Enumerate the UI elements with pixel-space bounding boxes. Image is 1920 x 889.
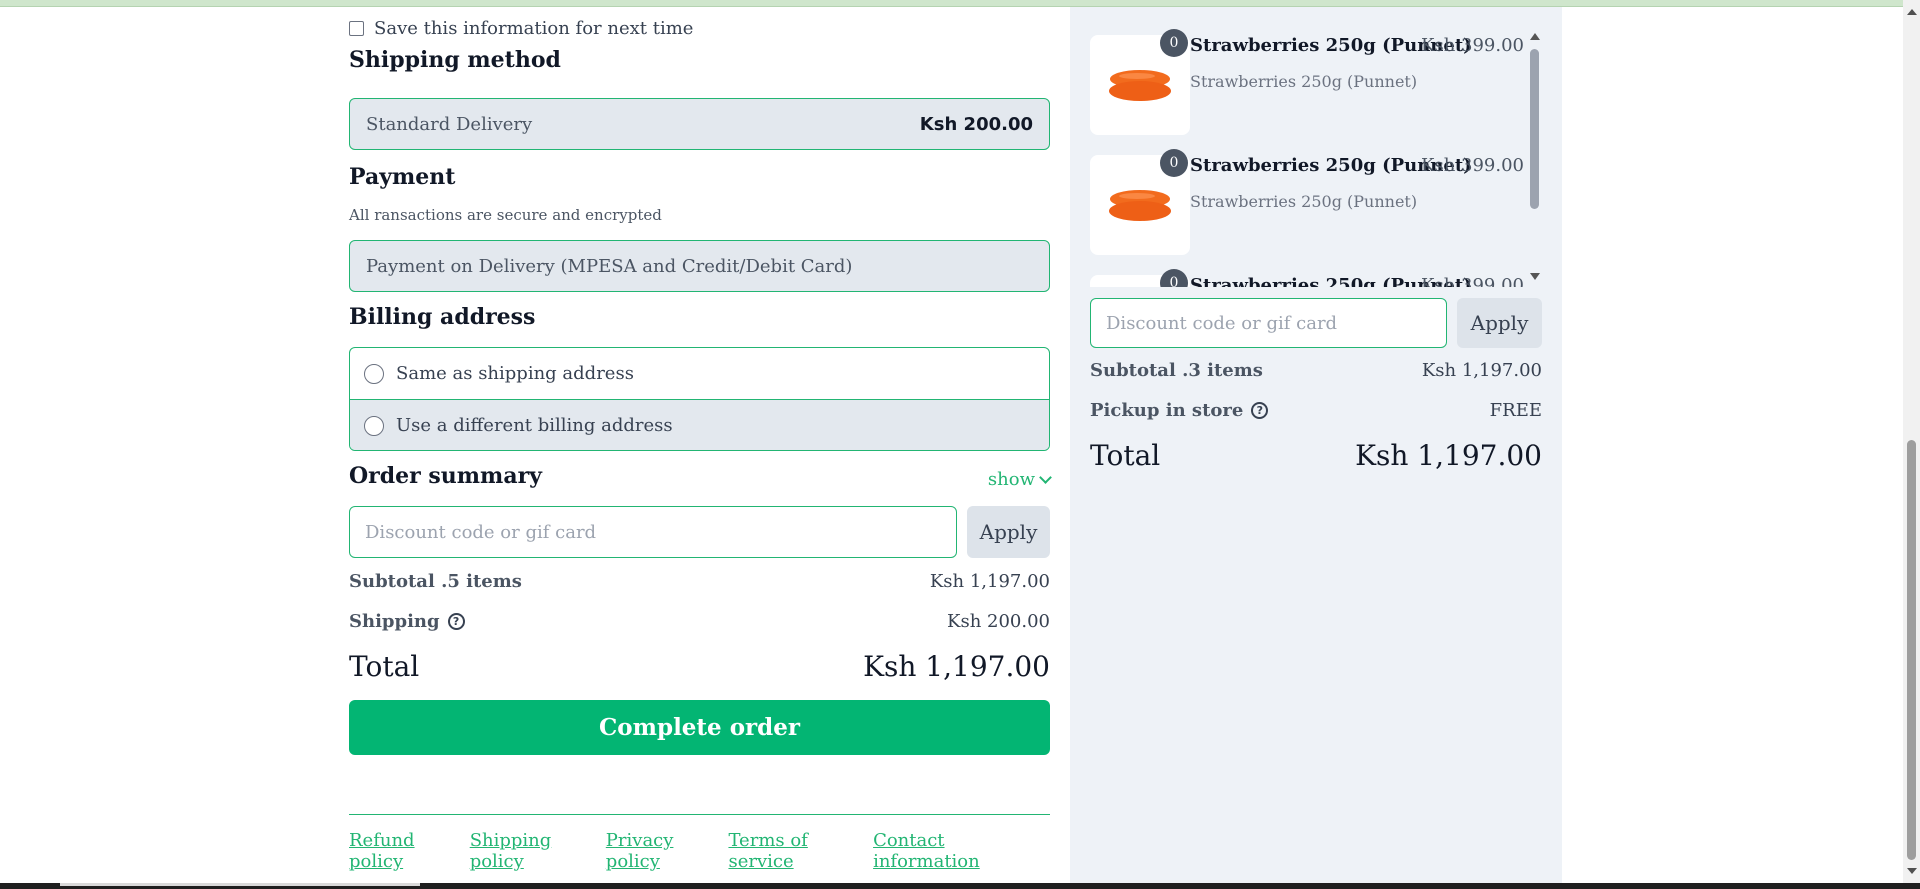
scroll-down-arrow-icon[interactable] — [1530, 273, 1540, 280]
scroll-up-arrow-icon[interactable] — [1530, 33, 1540, 40]
billing-different-option[interactable]: Use a different billing address — [350, 399, 1049, 450]
shipping-method-option[interactable]: Standard Delivery Ksh 200.00 — [349, 98, 1050, 150]
cart-discount-code-input[interactable]: Discount code or gif card — [1090, 298, 1447, 348]
shipping-method-price: Ksh 200.00 — [919, 113, 1033, 135]
payment-method-option[interactable]: Payment on Delivery (MPESA and Credit/De… — [349, 240, 1050, 292]
save-info-row[interactable]: Save this information for next time — [349, 17, 694, 39]
cart-item-variant: Strawberries 250g (Punnet) — [1190, 192, 1418, 211]
billing-same-option[interactable]: Same as shipping address — [350, 348, 1049, 399]
cart-subtotal-label: Subtotal .3 items — [1090, 360, 1263, 381]
apply-discount-button[interactable]: Apply — [967, 506, 1050, 558]
complete-order-button[interactable]: Complete order — [349, 700, 1050, 755]
order-summary-toggle-label: show — [987, 469, 1035, 490]
cart-subtotal-value: Ksh 1,197.00 — [1421, 360, 1542, 381]
pickup-row: Pickup in store ? FREE — [1090, 400, 1542, 421]
discount-code-placeholder: Discount code or gif card — [365, 521, 597, 543]
pickup-label: Pickup in store — [1090, 400, 1244, 421]
bottom-taskbar — [0, 883, 1920, 889]
cart-item-variant: Strawberries 250g (Punnet) — [1190, 72, 1418, 91]
footer-divider — [349, 814, 1050, 815]
billing-different-radio[interactable] — [364, 415, 384, 436]
cart-items-list: 0 Strawberries 250g (Punnet) Ksh 399.00 … — [1090, 29, 1544, 287]
subtotal-value: Ksh 1,197.00 — [929, 571, 1050, 592]
billing-address-options: Same as shipping address Use a different… — [349, 347, 1050, 451]
quantity-badge: 0 — [1160, 269, 1188, 287]
save-info-label: Save this information for next time — [374, 17, 694, 39]
shipping-method-heading: Shipping method — [349, 47, 561, 73]
order-summary-toggle[interactable]: show — [987, 469, 1052, 490]
pickup-label-group: Pickup in store ? — [1090, 400, 1269, 421]
pickup-value: FREE — [1489, 400, 1542, 421]
cart-total-value: Ksh 1,197.00 — [1355, 439, 1542, 472]
total-value: Ksh 1,197.00 — [863, 650, 1050, 683]
cart-discount-code-placeholder: Discount code or gif card — [1106, 312, 1338, 334]
contact-information-link[interactable]: Contact information — [873, 830, 1050, 872]
quantity-badge: 0 — [1160, 29, 1188, 57]
product-image: 0 — [1090, 269, 1190, 287]
refund-policy-link[interactable]: Refund policy — [349, 830, 470, 872]
subtotal-label: Subtotal .5 items — [349, 571, 522, 592]
footer-links: Refund policy Shipping policy Privacy po… — [349, 830, 1050, 872]
shipping-method-name: Standard Delivery — [366, 113, 533, 135]
page-scroll-thumb[interactable] — [1907, 440, 1916, 860]
product-image: 0 — [1090, 149, 1190, 255]
billing-address-heading: Billing address — [349, 304, 536, 330]
product-image: 0 — [1090, 29, 1190, 135]
cart-apply-discount-button[interactable]: Apply — [1457, 298, 1542, 348]
terms-of-service-link[interactable]: Terms of service — [728, 830, 873, 872]
cart-total-label: Total — [1090, 439, 1161, 472]
cart-item-price: Ksh 399.00 — [1421, 35, 1524, 56]
shipping-row: Shipping ? Ksh 200.00 — [349, 611, 1050, 632]
cart-item: 0 Strawberries 250g (Punnet) Ksh 399.00 … — [1090, 29, 1524, 135]
cart-item-price: Ksh 399.00 — [1421, 275, 1524, 287]
cart-total-row: Total Ksh 1,197.00 — [1090, 439, 1542, 472]
privacy-policy-link[interactable]: Privacy policy — [606, 830, 729, 872]
billing-same-radio[interactable] — [364, 363, 384, 384]
payment-heading: Payment — [349, 164, 456, 190]
page-scroll-up-arrow-icon[interactable] — [1907, 9, 1917, 15]
subtotal-row: Subtotal .5 items Ksh 1,197.00 — [349, 571, 1050, 592]
cart-item: 0 Strawberries 250g (Punnet) Ksh 399.00 — [1090, 269, 1524, 287]
shipping-policy-link[interactable]: Shipping policy — [470, 830, 606, 872]
cart-scroll-thumb[interactable] — [1530, 49, 1539, 209]
shipping-label-group: Shipping ? — [349, 611, 465, 632]
page-scrollbar[interactable] — [1903, 0, 1920, 883]
quantity-badge: 0 — [1160, 149, 1188, 177]
save-info-checkbox[interactable] — [349, 20, 364, 36]
cart-item: 0 Strawberries 250g (Punnet) Ksh 399.00 … — [1090, 149, 1524, 255]
shipping-label: Shipping — [349, 611, 440, 632]
total-row: Total Ksh 1,197.00 — [349, 650, 1050, 683]
cart-item-price: Ksh 399.00 — [1421, 155, 1524, 176]
help-icon[interactable]: ? — [1251, 402, 1269, 419]
order-summary-heading: Order summary — [349, 463, 542, 489]
chevron-down-icon — [1039, 470, 1052, 484]
cart-subtotal-row: Subtotal .3 items Ksh 1,197.00 — [1090, 360, 1542, 381]
checkout-form: Save this information for next time Ship… — [349, 7, 1052, 879]
billing-different-label: Use a different billing address — [396, 415, 673, 436]
browser-top-bar — [0, 0, 1920, 7]
discount-code-input[interactable]: Discount code or gif card — [349, 506, 957, 558]
cart-summary-panel: 0 Strawberries 250g (Punnet) Ksh 399.00 … — [1070, 7, 1562, 883]
taskbar-highlight — [60, 883, 420, 886]
payment-method-name: Payment on Delivery (MPESA and Credit/De… — [366, 255, 853, 277]
page-scroll-down-arrow-icon[interactable] — [1907, 868, 1917, 874]
payment-note: All ransactions are secure and encrypted — [349, 206, 662, 224]
shipping-value: Ksh 200.00 — [947, 611, 1050, 632]
total-label: Total — [349, 650, 420, 683]
help-icon[interactable]: ? — [447, 613, 465, 630]
billing-same-label: Same as shipping address — [396, 363, 634, 384]
cart-items-scrollbar[interactable] — [1527, 29, 1542, 287]
